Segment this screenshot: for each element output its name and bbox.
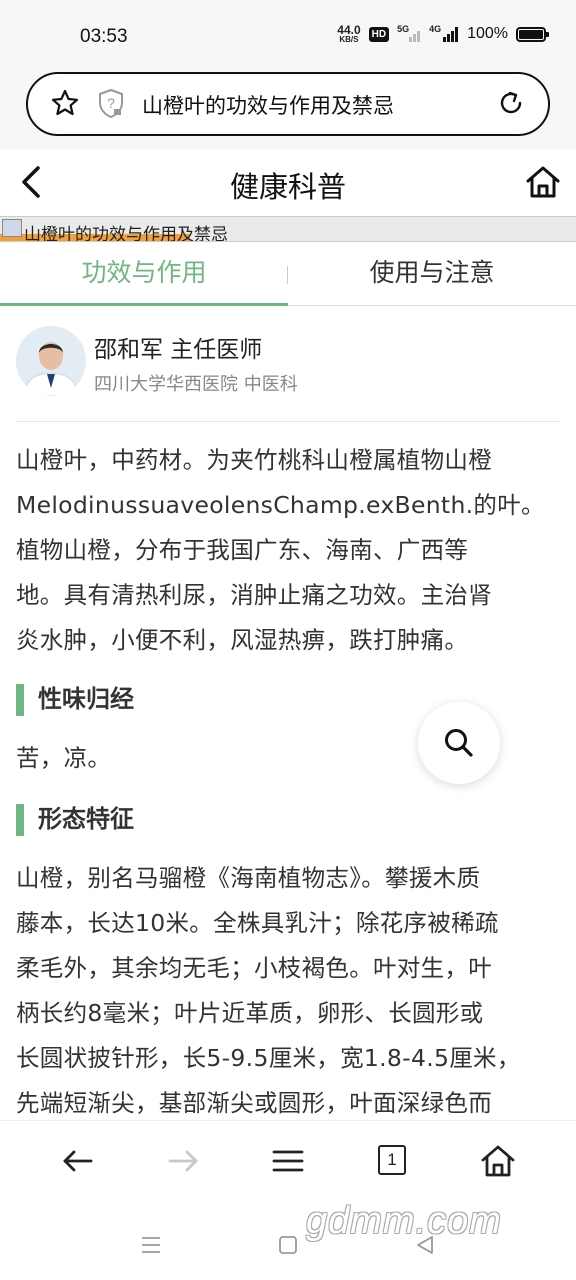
broken-image-icon (2, 219, 22, 237)
home-icon[interactable] (480, 1143, 516, 1179)
network-speed: 44.0 KB/S (337, 24, 360, 44)
section-text-morphology: 山橙，别名马骝橙《海南植物志》。攀援木质 藤本，长达10米。全株具乳汁；除花序被… (16, 856, 560, 1118)
intro-line: MelodinussuaveolensChamp.exBenth.的叶。 (16, 491, 545, 519)
address-bar[interactable]: ? 山橙叶的功效与作用及禁忌 (26, 72, 550, 136)
doctor-hospital: 四川大学华西医院 中医科 (94, 374, 298, 395)
tab-usage[interactable]: 使用与注意 (288, 242, 576, 306)
signal-4g-label: 4G (429, 24, 442, 34)
article-banner-image: 山橙叶的功效与作用及禁忌 (0, 216, 576, 242)
battery-percent: 100% (467, 25, 508, 42)
morphology-line: 长圆状披针形，长5-9.5厘米，宽1.8-4.5厘米， (16, 1044, 521, 1072)
avatar[interactable] (16, 326, 86, 396)
page-header: 健康科普 (0, 150, 576, 216)
menu-icon[interactable] (270, 1143, 306, 1179)
hd-voice-badge: HD (368, 26, 390, 42)
system-navigation-bar: gdmm.com (0, 1200, 576, 1280)
morphology-line: 柄长约8毫米；叶片近革质，卵形、长圆形或 (16, 999, 484, 1027)
address-text[interactable]: 山橙叶的功效与作用及禁忌 (142, 90, 394, 120)
shield-icon[interactable]: ? (96, 87, 126, 119)
battery-icon (516, 26, 549, 42)
forward-icon[interactable] (165, 1143, 201, 1179)
status-bar: 03:53 44.0 KB/S HD 5G 4G 100% (0, 0, 576, 66)
home-icon[interactable] (524, 162, 562, 202)
tab-effects[interactable]: 功效与作用 (0, 242, 288, 306)
morphology-line: 柔毛外，其余均无毛；小枝褐色。叶对生，叶 (16, 954, 492, 982)
content-tabs: 功效与作用 使用与注意 (0, 242, 576, 306)
browser-toolbar: 1 (0, 1120, 576, 1200)
status-time: 03:53 (80, 26, 128, 47)
signal-5g-icon: 5G (397, 24, 421, 42)
section-title-morphology: 形态特征 (16, 802, 560, 836)
back-icon[interactable] (60, 1143, 96, 1179)
intro-line: 炎水肿，小便不利，风湿热痹，跌打肿痛。 (16, 626, 469, 654)
intro-line: 山橙叶，中药材。为夹竹桃科山橙属植物山橙 (16, 446, 492, 474)
watermark-text: gdmm.com (306, 1200, 502, 1242)
active-tab-indicator (0, 303, 288, 306)
signal-4g-icon: 4G (429, 24, 459, 42)
morphology-line: 藤本，长达10米。全株具乳汁；除花序被稀疏 (16, 909, 499, 937)
status-indicators: 44.0 KB/S HD 5G 4G 100% (337, 24, 549, 44)
search-icon (445, 729, 473, 757)
star-icon[interactable] (50, 88, 80, 118)
intro-line: 植物山橙，分布于我国广东、海南、广西等 (16, 536, 469, 564)
home-square-icon[interactable] (277, 1234, 299, 1256)
signal-5g-label: 5G (397, 24, 410, 34)
doctor-card[interactable]: 邵和军 主任医师 四川大学华西医院 中医科 (16, 324, 560, 422)
article-intro: 山橙叶，中药材。为夹竹桃科山橙属植物山橙 Melodinussuaveolens… (16, 438, 560, 663)
svg-text:?: ? (107, 95, 115, 111)
banner-alt-text: 山橙叶的功效与作用及禁忌 (24, 225, 228, 242)
reload-icon[interactable] (496, 88, 526, 118)
morphology-line: 先端短渐尖，基部渐尖或圆形，叶面深绿色而 (16, 1089, 492, 1117)
doctor-name[interactable]: 邵和军 主任医师 (94, 330, 262, 364)
browser-address-area: ? 山橙叶的功效与作用及禁忌 (0, 66, 576, 150)
morphology-line: 山橙，别名马骝橙《海南植物志》。攀援木质 (16, 864, 481, 892)
network-speed-unit: KB/S (339, 35, 359, 44)
recents-icon[interactable] (140, 1234, 162, 1256)
page-title: 健康科普 (229, 170, 346, 204)
floating-search-button[interactable] (418, 702, 500, 784)
intro-line: 地。具有清热利尿，消肿止痛之功效。主治肾 (16, 581, 492, 609)
back-triangle-icon[interactable] (414, 1234, 436, 1256)
tabs-icon[interactable]: 1 (378, 1145, 406, 1175)
